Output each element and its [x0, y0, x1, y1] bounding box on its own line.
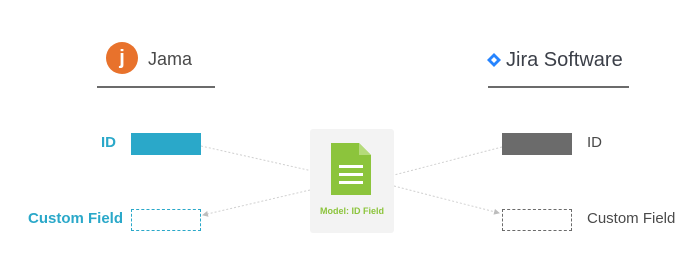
jira-title-underline — [488, 86, 629, 88]
jira-custom-field — [502, 209, 572, 231]
jira-id-field — [502, 133, 572, 155]
jama-title-underline — [97, 86, 215, 88]
connector-model-to-jira-custom — [393, 185, 500, 215]
model-label: Model: ID Field — [320, 206, 384, 216]
jira-title: Jira Software — [506, 49, 623, 71]
connector-jira-id-to-model — [393, 146, 503, 176]
jama-custom-field — [131, 209, 201, 231]
jira-diamond-icon — [487, 53, 501, 67]
jama-custom-field-label: Custom Field — [28, 210, 124, 227]
jira-id-label: ID — [587, 134, 602, 151]
jama-id-field — [131, 133, 201, 155]
jama-id-label: ID — [101, 134, 116, 151]
jama-title: Jama — [148, 49, 193, 69]
document-icon — [331, 143, 371, 195]
connector-model-to-jama-custom — [202, 189, 311, 217]
jama-logo-icon: j — [106, 42, 138, 74]
jira-custom-field-label: Custom Field — [587, 210, 676, 227]
